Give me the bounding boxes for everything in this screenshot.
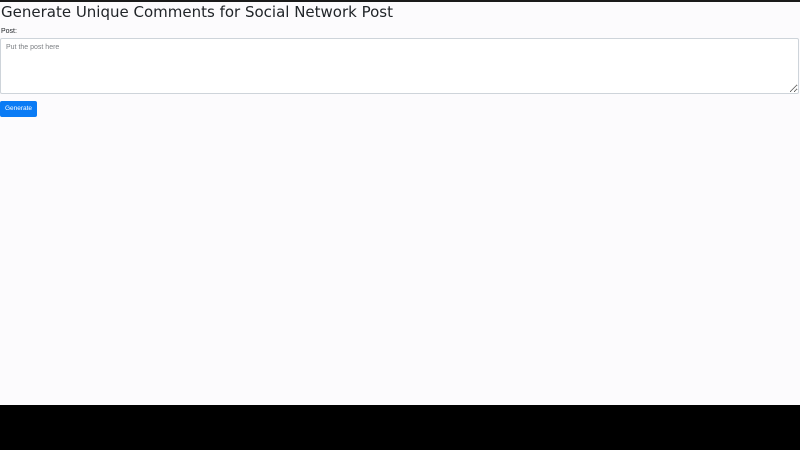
- generate-button[interactable]: Generate: [0, 101, 37, 117]
- post-label: Post:: [1, 28, 17, 35]
- post-textarea[interactable]: [0, 38, 799, 94]
- page: Generate Unique Comments for Social Netw…: [0, 0, 800, 405]
- page-title: Generate Unique Comments for Social Netw…: [1, 3, 393, 21]
